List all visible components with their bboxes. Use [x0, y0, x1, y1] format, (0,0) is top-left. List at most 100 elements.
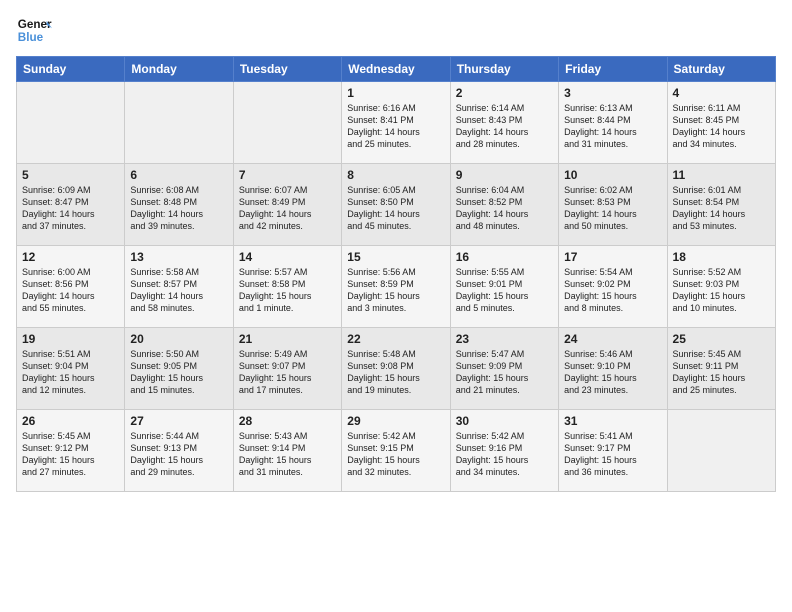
calendar-cell: 26 Sunrise: 5:45 AM Sunset: 9:12 PM Dayli… [17, 410, 125, 492]
day-info: Sunrise: 5:57 AM Sunset: 8:58 PM Dayligh… [239, 266, 336, 315]
calendar-cell: 4 Sunrise: 6:11 AM Sunset: 8:45 PM Daylig… [667, 82, 775, 164]
day-info: Sunrise: 5:56 AM Sunset: 8:59 PM Dayligh… [347, 266, 444, 315]
day-number: 3 [564, 86, 661, 100]
day-info: Sunrise: 5:54 AM Sunset: 9:02 PM Dayligh… [564, 266, 661, 315]
day-number: 6 [130, 168, 227, 182]
calendar-cell: 29 Sunrise: 5:42 AM Sunset: 9:15 PM Dayli… [342, 410, 450, 492]
day-number: 15 [347, 250, 444, 264]
day-number: 17 [564, 250, 661, 264]
day-number: 28 [239, 414, 336, 428]
day-info: Sunrise: 6:11 AM Sunset: 8:45 PM Dayligh… [673, 102, 770, 151]
week-row-5: 26 Sunrise: 5:45 AM Sunset: 9:12 PM Dayli… [17, 410, 776, 492]
day-number: 10 [564, 168, 661, 182]
calendar-cell: 28 Sunrise: 5:43 AM Sunset: 9:14 PM Dayli… [233, 410, 341, 492]
day-number: 9 [456, 168, 553, 182]
calendar-cell: 13 Sunrise: 5:58 AM Sunset: 8:57 PM Dayli… [125, 246, 233, 328]
weekday-header-wednesday: Wednesday [342, 57, 450, 82]
calendar-cell [233, 82, 341, 164]
calendar-cell: 27Sunrise: 5:44 AM Sunset: 9:13 PM Dayli… [125, 410, 233, 492]
calendar-cell: 11 Sunrise: 6:01 AM Sunset: 8:54 PM Dayli… [667, 164, 775, 246]
day-number: 11 [673, 168, 770, 182]
day-info: Sunrise: 5:58 AM Sunset: 8:57 PM Dayligh… [130, 266, 227, 315]
calendar-cell: 7 Sunrise: 6:07 AM Sunset: 8:49 PM Daylig… [233, 164, 341, 246]
week-row-2: 5Sunrise: 6:09 AM Sunset: 8:47 PM Daylig… [17, 164, 776, 246]
svg-text:Blue: Blue [18, 31, 44, 44]
calendar-cell: 18 Sunrise: 5:52 AM Sunset: 9:03 PM Dayli… [667, 246, 775, 328]
day-info: Sunrise: 5:45 AM Sunset: 9:12 PM Dayligh… [22, 430, 119, 479]
day-info: Sunrise: 6:04 AM Sunset: 8:52 PM Dayligh… [456, 184, 553, 233]
day-info: Sunrise: 5:52 AM Sunset: 9:03 PM Dayligh… [673, 266, 770, 315]
day-number: 2 [456, 86, 553, 100]
calendar-cell: 20 Sunrise: 5:50 AM Sunset: 9:05 PM Dayli… [125, 328, 233, 410]
calendar-cell: 24Sunrise: 5:46 AM Sunset: 9:10 PM Dayli… [559, 328, 667, 410]
calendar-cell: 15 Sunrise: 5:56 AM Sunset: 8:59 PM Dayli… [342, 246, 450, 328]
day-info: Sunrise: 5:44 AM Sunset: 9:13 PM Dayligh… [130, 430, 227, 479]
day-number: 30 [456, 414, 553, 428]
day-info: Sunrise: 6:05 AM Sunset: 8:50 PM Dayligh… [347, 184, 444, 233]
weekday-header-row: SundayMondayTuesdayWednesdayThursdayFrid… [17, 57, 776, 82]
day-number: 22 [347, 332, 444, 346]
day-info: Sunrise: 5:50 AM Sunset: 9:05 PM Dayligh… [130, 348, 227, 397]
day-info: Sunrise: 6:01 AM Sunset: 8:54 PM Dayligh… [673, 184, 770, 233]
day-info: Sunrise: 5:41 AM Sunset: 9:17 PM Dayligh… [564, 430, 661, 479]
week-row-1: 1 Sunrise: 6:16 AM Sunset: 8:41 PM Daylig… [17, 82, 776, 164]
day-number: 13 [130, 250, 227, 264]
day-info: Sunrise: 5:48 AM Sunset: 9:08 PM Dayligh… [347, 348, 444, 397]
day-info: Sunrise: 5:42 AM Sunset: 9:15 PM Dayligh… [347, 430, 444, 479]
calendar-cell: 17 Sunrise: 5:54 AM Sunset: 9:02 PM Dayli… [559, 246, 667, 328]
calendar-cell [125, 82, 233, 164]
day-number: 21 [239, 332, 336, 346]
calendar-cell [667, 410, 775, 492]
day-number: 16 [456, 250, 553, 264]
day-info: Sunrise: 5:43 AM Sunset: 9:14 PM Dayligh… [239, 430, 336, 479]
weekday-header-monday: Monday [125, 57, 233, 82]
day-number: 8 [347, 168, 444, 182]
day-info: Sunrise: 5:45 AM Sunset: 9:11 PM Dayligh… [673, 348, 770, 397]
weekday-header-sunday: Sunday [17, 57, 125, 82]
weekday-header-tuesday: Tuesday [233, 57, 341, 82]
day-info: Sunrise: 6:16 AM Sunset: 8:41 PM Dayligh… [347, 102, 444, 151]
day-number: 25 [673, 332, 770, 346]
page: General Blue SundayMondayTuesdayWednesda… [0, 0, 792, 504]
calendar-cell: 1 Sunrise: 6:16 AM Sunset: 8:41 PM Daylig… [342, 82, 450, 164]
calendar-cell: 12 Sunrise: 6:00 AM Sunset: 8:56 PM Dayli… [17, 246, 125, 328]
day-number: 18 [673, 250, 770, 264]
day-info: Sunrise: 6:14 AM Sunset: 8:43 PM Dayligh… [456, 102, 553, 151]
day-info: Sunrise: 5:55 AM Sunset: 9:01 PM Dayligh… [456, 266, 553, 315]
day-info: Sunrise: 6:13 AM Sunset: 8:44 PM Dayligh… [564, 102, 661, 151]
calendar-cell: 3 Sunrise: 6:13 AM Sunset: 8:44 PM Daylig… [559, 82, 667, 164]
calendar-cell: 22 Sunrise: 5:48 AM Sunset: 9:08 PM Dayli… [342, 328, 450, 410]
weekday-header-saturday: Saturday [667, 57, 775, 82]
calendar-cell: 21Sunrise: 5:49 AM Sunset: 9:07 PM Dayli… [233, 328, 341, 410]
day-number: 14 [239, 250, 336, 264]
logo-icon: General Blue [16, 12, 52, 48]
day-info: Sunrise: 6:08 AM Sunset: 8:48 PM Dayligh… [130, 184, 227, 233]
weekday-header-thursday: Thursday [450, 57, 558, 82]
day-number: 1 [347, 86, 444, 100]
day-number: 12 [22, 250, 119, 264]
day-number: 26 [22, 414, 119, 428]
day-info: Sunrise: 5:46 AM Sunset: 9:10 PM Dayligh… [564, 348, 661, 397]
calendar-cell: 19 Sunrise: 5:51 AM Sunset: 9:04 PM Dayli… [17, 328, 125, 410]
calendar-cell: 9 Sunrise: 6:04 AM Sunset: 8:52 PM Daylig… [450, 164, 558, 246]
day-info: Sunrise: 5:42 AM Sunset: 9:16 PM Dayligh… [456, 430, 553, 479]
day-info: Sunrise: 5:51 AM Sunset: 9:04 PM Dayligh… [22, 348, 119, 397]
calendar-cell [17, 82, 125, 164]
day-number: 7 [239, 168, 336, 182]
calendar-cell: 25 Sunrise: 5:45 AM Sunset: 9:11 PM Dayli… [667, 328, 775, 410]
day-info: Sunrise: 6:07 AM Sunset: 8:49 PM Dayligh… [239, 184, 336, 233]
day-number: 29 [347, 414, 444, 428]
day-number: 19 [22, 332, 119, 346]
calendar-cell: 16 Sunrise: 5:55 AM Sunset: 9:01 PM Dayli… [450, 246, 558, 328]
day-number: 31 [564, 414, 661, 428]
day-info: Sunrise: 5:47 AM Sunset: 9:09 PM Dayligh… [456, 348, 553, 397]
day-info: Sunrise: 6:00 AM Sunset: 8:56 PM Dayligh… [22, 266, 119, 315]
day-number: 4 [673, 86, 770, 100]
day-number: 20 [130, 332, 227, 346]
calendar-cell: 23 Sunrise: 5:47 AM Sunset: 9:09 PM Dayli… [450, 328, 558, 410]
day-info: Sunrise: 6:09 AM Sunset: 8:47 PM Dayligh… [22, 184, 119, 233]
logo: General Blue [16, 12, 52, 48]
calendar-cell: 5Sunrise: 6:09 AM Sunset: 8:47 PM Daylig… [17, 164, 125, 246]
calendar-cell: 8 Sunrise: 6:05 AM Sunset: 8:50 PM Daylig… [342, 164, 450, 246]
day-number: 23 [456, 332, 553, 346]
